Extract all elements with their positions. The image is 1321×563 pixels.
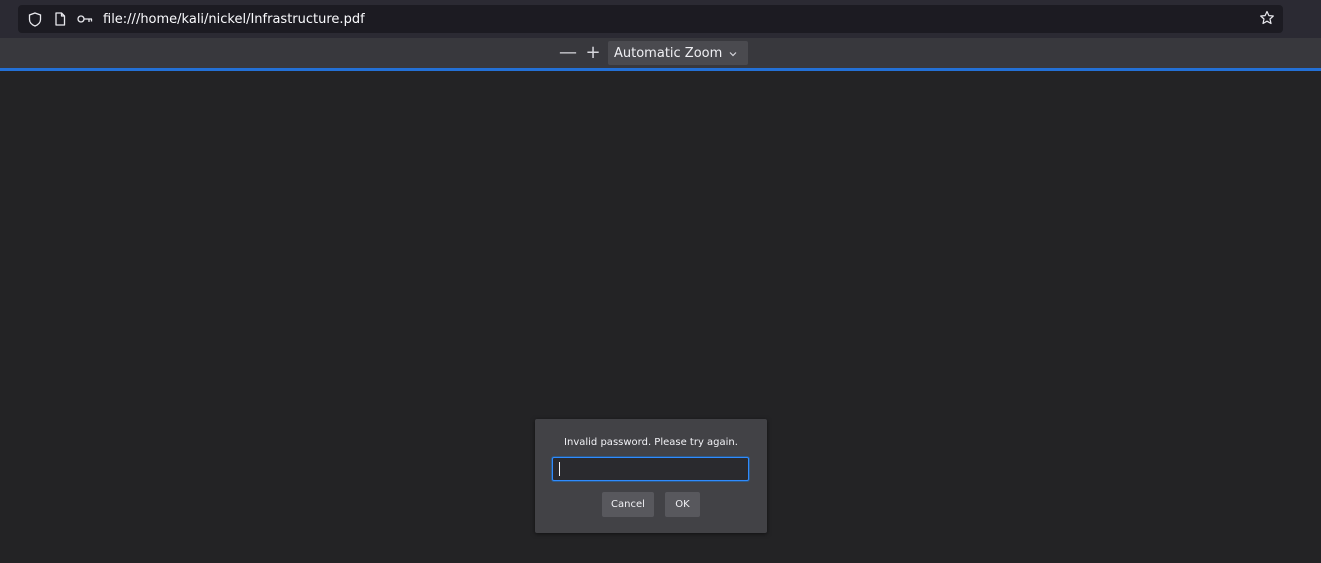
cancel-button[interactable]: Cancel [602,492,654,517]
zoom-out-button[interactable]: — [557,42,579,64]
key-icon[interactable] [76,10,94,28]
shield-icon[interactable] [26,10,44,28]
password-dialog: Invalid password. Please try again. Canc… [535,419,767,533]
ok-button[interactable]: OK [665,492,700,517]
zoom-select-value: Automatic Zoom [614,45,723,61]
navigation-bar: file:///home/kali/nickel/Infrastructure.… [0,0,1321,38]
address-bar[interactable]: file:///home/kali/nickel/Infrastructure.… [18,5,1283,33]
password-input[interactable] [552,457,749,481]
star-icon[interactable] [1259,10,1277,28]
text-caret [559,462,560,476]
zoom-in-button[interactable]: + [582,42,604,64]
chevron-down-icon [728,48,738,58]
url-text[interactable]: file:///home/kali/nickel/Infrastructure.… [103,12,365,27]
page-icon[interactable] [51,10,69,28]
dialog-message: Invalid password. Please try again. [564,437,738,448]
zoom-select[interactable]: Automatic Zoom [608,41,748,65]
